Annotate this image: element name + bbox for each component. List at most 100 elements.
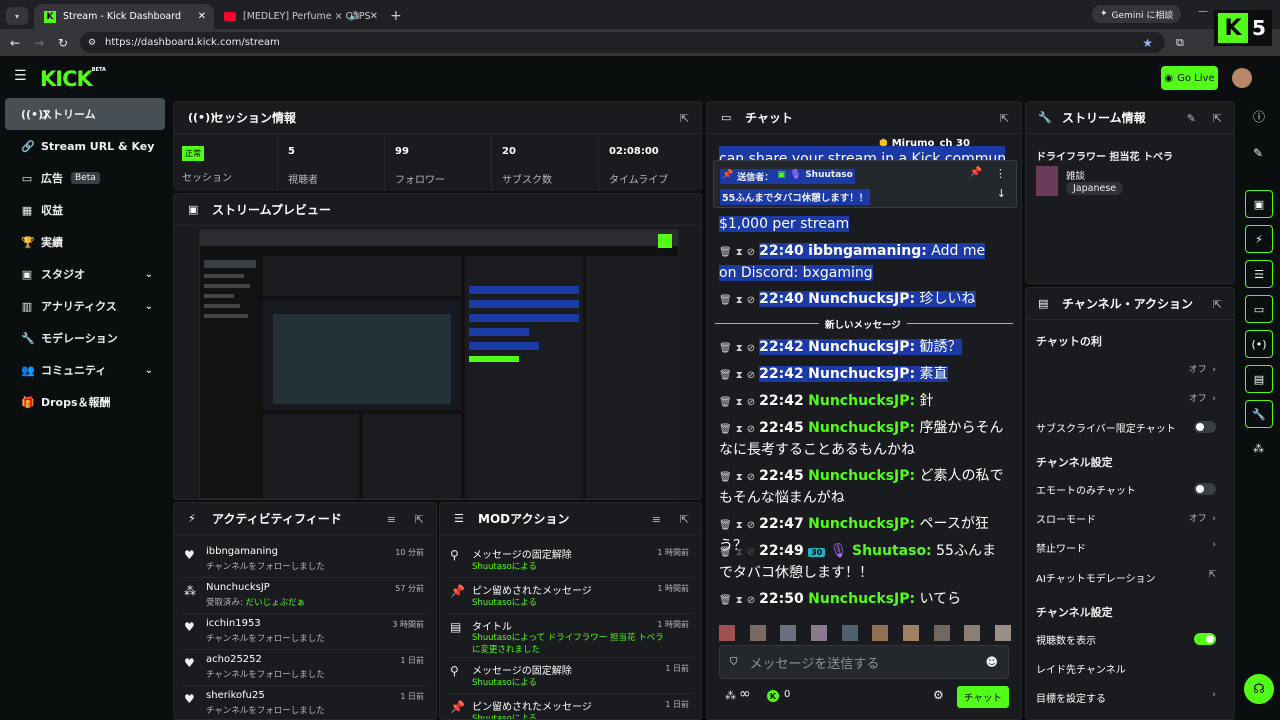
sidebar-item-revenue[interactable]: ▦ 収益 bbox=[5, 194, 165, 226]
unpin-icon[interactable]: 📌 bbox=[970, 167, 982, 178]
avatar[interactable] bbox=[872, 625, 889, 641]
community-icon[interactable]: ⁂ bbox=[725, 689, 736, 702]
avatar[interactable] bbox=[964, 625, 981, 641]
message-user[interactable]: NunchucksJP: bbox=[808, 591, 915, 607]
tab-search-button[interactable]: ▾ bbox=[6, 7, 28, 25]
rail-chat-button[interactable]: ▭ bbox=[1245, 295, 1273, 323]
new-tab-button[interactable]: + bbox=[390, 8, 402, 24]
sidebar-item-stream[interactable]: ((•)) ストリーム bbox=[5, 98, 165, 130]
timeout-icon[interactable]: ⧗ bbox=[736, 595, 743, 606]
delete-icon[interactable]: 🗑 bbox=[719, 343, 732, 354]
ai-moderation-row[interactable]: AIチャットモデレーション ⇱ bbox=[1036, 570, 1224, 586]
ban-icon[interactable]: ⊘ bbox=[747, 295, 755, 306]
sidebar-item-moderation[interactable]: 🔧 モデレーション bbox=[5, 322, 165, 354]
avatar[interactable] bbox=[810, 625, 827, 641]
ban-icon[interactable]: ⊘ bbox=[747, 343, 755, 354]
support-button[interactable]: ☊ bbox=[1244, 674, 1274, 704]
ban-icon[interactable]: ⊘ bbox=[747, 397, 755, 408]
sub-only-row[interactable]: サブスクライバー限定チャット bbox=[1036, 420, 1224, 436]
delete-icon[interactable]: 🗑 bbox=[719, 424, 732, 435]
more-icon[interactable]: ⋮ bbox=[995, 167, 1006, 180]
popout-icon[interactable]: ⇱ bbox=[1213, 298, 1222, 311]
delete-icon[interactable]: 🗑 bbox=[719, 520, 732, 531]
timeout-icon[interactable]: ⧗ bbox=[736, 472, 743, 483]
avatar[interactable] bbox=[780, 625, 797, 641]
minimize-button[interactable]: — bbox=[1198, 6, 1208, 17]
speaker-icon[interactable]: 🔊 bbox=[349, 12, 360, 22]
banned-words-row[interactable]: 禁止ワード › bbox=[1036, 540, 1224, 556]
popout-icon[interactable]: ⇱ bbox=[1000, 112, 1009, 125]
sub-only-toggle[interactable] bbox=[1194, 421, 1216, 433]
raid-row[interactable]: レイド先チャンネル bbox=[1036, 661, 1224, 677]
avatar[interactable] bbox=[841, 625, 858, 641]
bookmark-star-icon[interactable]: ★ bbox=[1142, 36, 1153, 50]
show-viewers-toggle[interactable] bbox=[1194, 633, 1216, 645]
ban-icon[interactable]: ⊘ bbox=[747, 520, 755, 531]
message-user[interactable]: Shuutaso: bbox=[852, 543, 932, 559]
avatar[interactable] bbox=[994, 625, 1011, 641]
setting-row[interactable]: オフ › bbox=[1036, 362, 1224, 378]
avatar[interactable] bbox=[902, 625, 919, 641]
gemini-button[interactable]: ✦ Gemini に相談 bbox=[1092, 5, 1182, 23]
sidebar-item-analytics[interactable]: ▥ アナリティクス ⌄ bbox=[5, 290, 165, 322]
rail-activity-button[interactable]: ⚡ bbox=[1245, 225, 1273, 253]
tab-kick-dashboard[interactable]: K Stream - Kick Dashboard ✕ bbox=[34, 4, 214, 29]
emote-only-row[interactable]: エモートのみチャット bbox=[1036, 482, 1224, 498]
filter-icon[interactable]: ≡ bbox=[652, 513, 661, 526]
show-viewers-row[interactable]: 視聴数を表示 bbox=[1036, 632, 1224, 648]
timeout-icon[interactable]: ⧗ bbox=[736, 343, 743, 354]
message-user[interactable]: NunchucksJP: bbox=[808, 516, 915, 532]
popout-icon[interactable]: ⇱ bbox=[680, 112, 689, 125]
settings-gear-icon[interactable]: ⚙ bbox=[933, 688, 944, 702]
stream-video[interactable] bbox=[199, 229, 679, 499]
popout-icon[interactable]: ⇱ bbox=[415, 513, 424, 526]
url-input[interactable]: ⚙ https://dashboard.kick.com/stream ★ bbox=[80, 32, 1165, 53]
delete-icon[interactable]: 🗑 bbox=[719, 247, 732, 258]
community-icon[interactable]: ⁂ bbox=[1253, 442, 1264, 455]
menu-icon[interactable]: ☰ bbox=[14, 68, 27, 84]
back-icon[interactable]: ← bbox=[10, 36, 20, 50]
delete-icon[interactable]: 🗑 bbox=[719, 547, 732, 558]
timeout-icon[interactable]: ⧗ bbox=[736, 520, 743, 531]
message-user[interactable]: ibbngamaning: bbox=[808, 243, 927, 259]
message-user[interactable]: NunchucksJP: bbox=[808, 393, 915, 409]
timeout-icon[interactable]: ⧗ bbox=[736, 397, 743, 408]
edit-pencil-icon[interactable]: ✎ bbox=[1187, 112, 1196, 125]
sidebar-item-ads[interactable]: ▭ 広告 Beta bbox=[5, 162, 165, 194]
site-info-icon[interactable]: ⚙ bbox=[88, 38, 96, 48]
ban-icon[interactable]: ⊘ bbox=[747, 595, 755, 606]
sidebar-item-community[interactable]: 👥 コミュニティ ⌄ bbox=[5, 354, 165, 386]
forward-icon[interactable]: → bbox=[34, 36, 44, 50]
message-user[interactable]: NunchucksJP: bbox=[808, 420, 915, 436]
ban-icon[interactable]: ⊘ bbox=[747, 472, 755, 483]
ban-icon[interactable]: ⊘ bbox=[747, 247, 755, 258]
avatar[interactable] bbox=[749, 625, 766, 641]
sidebar-item-stream-url[interactable]: 🔗 Stream URL & Key bbox=[5, 130, 165, 162]
pinned-message[interactable]: 📌 送信者： ▣ 🎙 Shuutaso 55ふんまでタバコ休憩します！！ 📌 ⋮ ↓ bbox=[713, 160, 1017, 208]
delete-icon[interactable]: 🗑 bbox=[719, 370, 732, 381]
message-user[interactable]: NunchucksJP: bbox=[808, 291, 915, 307]
timeout-icon[interactable]: ⧗ bbox=[736, 370, 743, 381]
tab-medley[interactable]: [MEDLEY] Perfume × CAPS 🔊 ✕ bbox=[214, 4, 384, 29]
emoji-icon[interactable]: ☻ bbox=[985, 655, 998, 669]
sidebar-item-drops[interactable]: 🎁 Drops＆報酬 bbox=[5, 386, 165, 418]
reload-icon[interactable]: ↻ bbox=[58, 36, 68, 50]
avatar[interactable] bbox=[933, 625, 950, 641]
edit-icon[interactable]: ✎ bbox=[1253, 146, 1263, 160]
delete-icon[interactable]: 🗑 bbox=[719, 595, 732, 606]
message-user[interactable]: NunchucksJP: bbox=[808, 339, 915, 355]
arrow-down-icon[interactable]: ↓ bbox=[997, 187, 1006, 200]
timeout-icon[interactable]: ⧗ bbox=[736, 424, 743, 435]
chat-input[interactable]: ⛉ メッセージを送信する ☻ bbox=[719, 645, 1009, 679]
emote-only-toggle[interactable] bbox=[1194, 483, 1216, 495]
timeout-icon[interactable]: ⧗ bbox=[736, 247, 743, 258]
rail-wrench-button[interactable]: 🔧 bbox=[1245, 400, 1273, 428]
rail-channel-button[interactable]: ▤ bbox=[1245, 365, 1273, 393]
delete-icon[interactable]: 🗑 bbox=[719, 295, 732, 306]
avatar[interactable] bbox=[719, 625, 735, 641]
kick-logo[interactable]: KICKBETA bbox=[40, 67, 106, 91]
popout-icon[interactable]: ⇱ bbox=[680, 513, 689, 526]
tab-close-icon[interactable]: ✕ bbox=[370, 11, 378, 22]
info-icon[interactable]: ⓘ bbox=[1253, 108, 1265, 125]
sidebar-item-studio[interactable]: ▣ スタジオ ⌄ bbox=[5, 258, 165, 290]
